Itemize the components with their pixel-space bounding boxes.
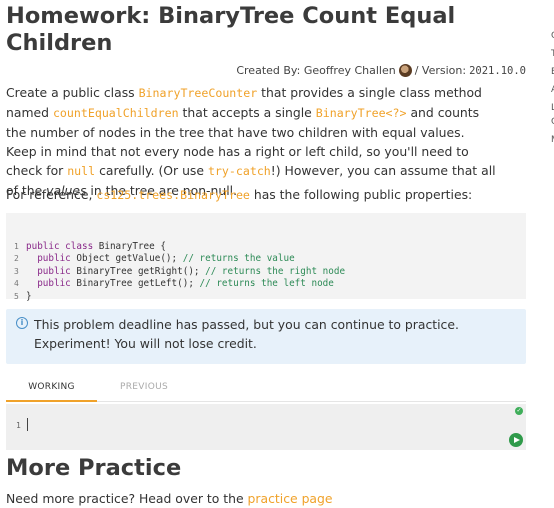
- inline-code: try-catch: [207, 164, 271, 178]
- code-line: 2 public Object getValue(); // returns t…: [14, 253, 295, 264]
- code-line: 4 public BinaryTree getLeft(); // return…: [14, 278, 334, 289]
- code-block: 1 public class BinaryTree { 2 public Obje…: [6, 213, 526, 302]
- editor-line-number: 1: [16, 421, 21, 430]
- info-icon: i: [16, 317, 28, 329]
- inline-code: cs125.trees.BinaryTree: [96, 188, 250, 202]
- inline-code: BinaryTree<?>: [315, 106, 407, 120]
- problem-description: Create a public class BinaryTreeCounter …: [6, 85, 496, 198]
- deadline-alert: i This problem deadline has passed, but …: [6, 309, 526, 364]
- inline-code: BinaryTreeCounter: [138, 86, 258, 100]
- tab-working[interactable]: WORKING: [6, 376, 97, 402]
- more-practice-heading: More Practice: [6, 455, 182, 481]
- practice-page-link[interactable]: practice page: [248, 491, 333, 506]
- byline: Created By: Geoffrey Challen / Version: …: [236, 64, 526, 77]
- code-line: 5}: [14, 290, 32, 302]
- text-cursor: [27, 418, 28, 431]
- version-value: 2021.10.0: [469, 64, 526, 77]
- version-label: / Version:: [414, 64, 467, 77]
- run-button[interactable]: [509, 433, 523, 447]
- editor-tabs: WORKING PREVIOUS: [6, 376, 526, 402]
- check-icon: ✓: [515, 407, 523, 415]
- code-line: 3 public BinaryTree getRight(); // retur…: [14, 265, 346, 277]
- alert-text: This problem deadline has passed, but yo…: [34, 317, 459, 351]
- inline-code: null: [67, 164, 96, 178]
- created-by-label: Created By: Geoffrey Challen: [236, 64, 396, 77]
- code-editor[interactable]: 1 ✓: [6, 404, 526, 450]
- tab-previous[interactable]: PREVIOUS: [99, 376, 189, 400]
- sidebar-edge: C T E A L C M: [549, 0, 554, 502]
- code-line: 1 public class BinaryTree {: [14, 240, 166, 252]
- inline-code: countEqualChildren: [52, 106, 179, 120]
- page-title: Homework: BinaryTree Count Equal Childre…: [6, 3, 456, 56]
- more-practice-text: Need more practice? Head over to the pra…: [6, 491, 333, 506]
- reference-text: For reference, cs125.trees.BinaryTree ha…: [6, 187, 473, 202]
- avatar: [398, 64, 412, 77]
